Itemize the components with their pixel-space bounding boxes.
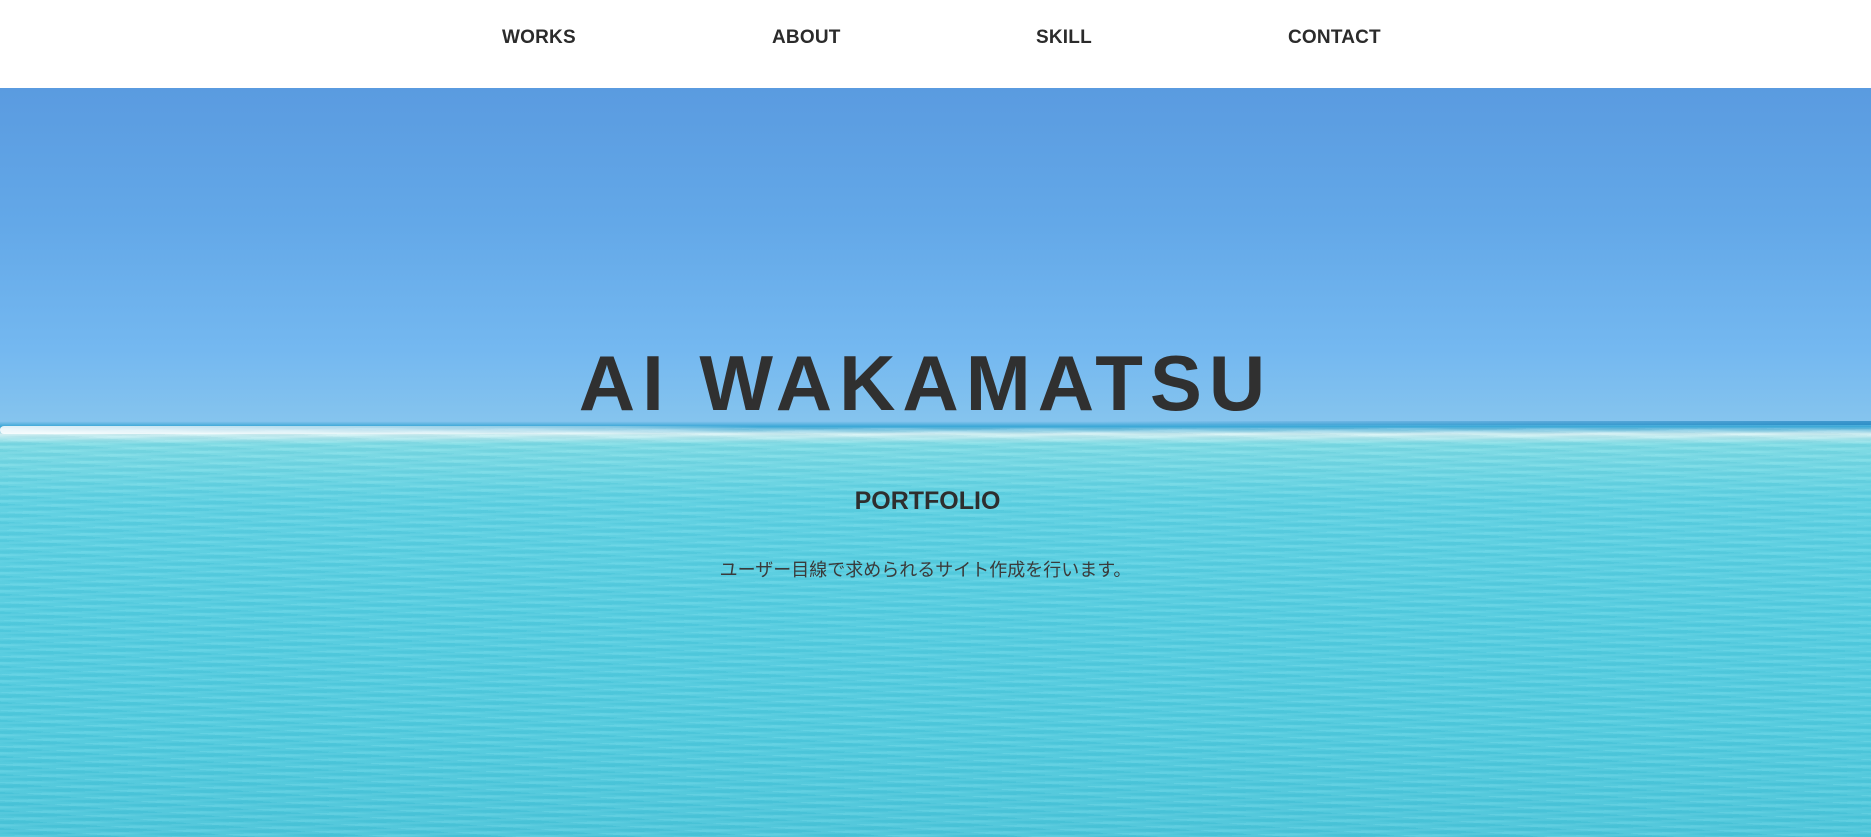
hero-tagline: ユーザー目線で求められるサイト作成を行います。: [719, 560, 1132, 581]
nav-link-skill[interactable]: SKILL: [1036, 27, 1092, 49]
hero-section: AI WAKAMATSU PORTFOLIO ユーザー目線で求められるサイト作成…: [0, 88, 1871, 837]
nav-link-about[interactable]: ABOUT: [772, 27, 841, 49]
hero-title: AI WAKAMATSU: [578, 339, 1273, 427]
top-navigation: WORKS ABOUT SKILL CONTACT: [0, 0, 1871, 88]
hero-subtitle: PORTFOLIO: [854, 487, 1001, 515]
nav-link-works[interactable]: WORKS: [502, 27, 576, 49]
nav-link-contact[interactable]: CONTACT: [1288, 27, 1381, 49]
